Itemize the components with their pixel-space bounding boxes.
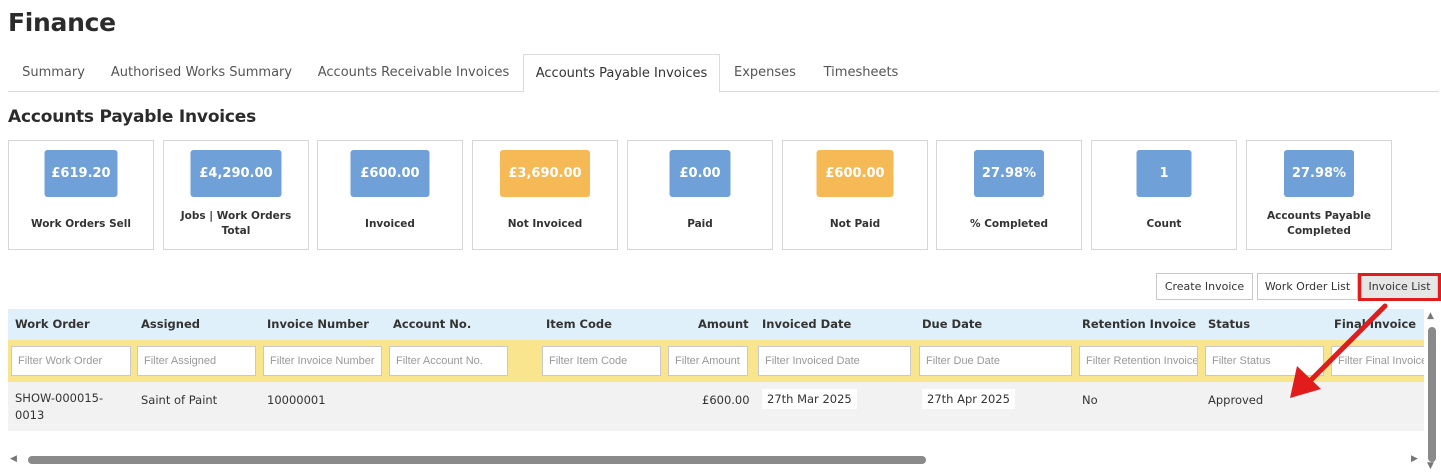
card-value: £0.00 xyxy=(669,150,731,197)
card-jobs-work-orders-total: £4,290.00 Jobs | Work Orders Total xyxy=(163,140,309,250)
tab-authorised-works-summary[interactable]: Authorised Works Summary xyxy=(99,54,304,92)
tab-summary[interactable]: Summary xyxy=(8,54,99,92)
filter-invoice-number-input[interactable] xyxy=(263,346,382,376)
horizontal-scrollbar[interactable]: ◀ ▶ xyxy=(8,453,1424,467)
card-value: £3,690.00 xyxy=(500,150,590,197)
grid-header-row: Work Order Assigned Invoice Number Accou… xyxy=(8,309,1424,340)
column-header-amount[interactable]: Amount xyxy=(698,317,749,331)
card-percent-completed: 27.98% % Completed xyxy=(936,140,1082,250)
filter-item-code-input[interactable] xyxy=(542,346,661,376)
card-label: Not Invoiced xyxy=(507,217,583,230)
column-header-invoiced-date[interactable]: Invoiced Date xyxy=(762,317,851,331)
filter-status-input[interactable] xyxy=(1205,346,1324,376)
vertical-scrollbar[interactable]: ▲ ▼ xyxy=(1425,309,1439,473)
horizontal-scroll-thumb[interactable] xyxy=(28,456,926,464)
cell-invoice-number: 10000001 xyxy=(267,393,326,407)
table-row[interactable]: SHOW-000015- 0013 Saint of Paint 1000000… xyxy=(8,382,1424,431)
scroll-left-icon[interactable]: ◀ xyxy=(10,454,17,464)
card-work-orders-sell: £619.20 Work Orders Sell xyxy=(8,140,154,250)
filter-due-date-input[interactable] xyxy=(919,346,1072,376)
cell-status: Approved xyxy=(1208,393,1264,407)
cell-invoiced-date: 27th Mar 2025 xyxy=(762,389,857,409)
filter-final-invoice-input[interactable] xyxy=(1331,346,1424,376)
column-header-assigned[interactable]: Assigned xyxy=(141,317,200,331)
filter-retention-invoice-input[interactable] xyxy=(1079,346,1198,376)
cell-amount: £600.00 xyxy=(702,393,750,407)
filter-work-order-input[interactable] xyxy=(11,346,131,376)
grid-filter-row xyxy=(8,340,1424,382)
card-label: Accounts Payable Completed xyxy=(1266,210,1371,237)
invoice-list-highlight xyxy=(1358,273,1441,301)
card-label: % Completed xyxy=(970,217,1048,230)
section-title: Accounts Payable Invoices xyxy=(8,107,257,127)
card-label: Jobs | Work Orders Total xyxy=(180,210,292,237)
cell-work-order[interactable]: SHOW-000015- 0013 xyxy=(15,390,103,424)
scroll-right-icon[interactable]: ▶ xyxy=(1411,454,1418,464)
column-header-work-order[interactable]: Work Order xyxy=(15,317,90,331)
card-label: Invoiced xyxy=(365,217,415,230)
filter-account-no-input[interactable] xyxy=(389,346,508,376)
card-value: 1 xyxy=(1136,150,1192,197)
cell-assigned: Saint of Paint xyxy=(141,393,218,407)
card-label: Work Orders Sell xyxy=(31,217,131,230)
column-header-final-invoice[interactable]: Final Invoice xyxy=(1334,317,1416,331)
invoices-grid: Work Order Assigned Invoice Number Accou… xyxy=(8,309,1424,452)
scroll-up-icon[interactable]: ▲ xyxy=(1427,311,1434,321)
card-value: £619.20 xyxy=(44,150,118,197)
column-header-account-no[interactable]: Account No. xyxy=(393,317,471,331)
tab-accounts-payable-invoices[interactable]: Accounts Payable Invoices xyxy=(523,54,720,93)
card-value: £4,290.00 xyxy=(190,150,282,197)
tab-accounts-receivable-invoices[interactable]: Accounts Receivable Invoices xyxy=(304,54,523,92)
card-accounts-payable-completed: 27.98% Accounts Payable Completed xyxy=(1246,140,1392,250)
card-label: Paid xyxy=(687,217,713,230)
column-header-invoice-number[interactable]: Invoice Number xyxy=(267,317,369,331)
card-paid: £0.00 Paid xyxy=(627,140,773,250)
card-invoiced: £600.00 Invoiced xyxy=(317,140,463,250)
card-count: 1 Count xyxy=(1091,140,1237,250)
create-invoice-button[interactable]: Create Invoice xyxy=(1156,273,1253,300)
cell-due-date: 27th Apr 2025 xyxy=(922,389,1015,409)
card-label: Not Paid xyxy=(829,217,881,230)
card-label: Count xyxy=(1146,217,1182,230)
page-title: Finance xyxy=(8,8,116,37)
column-header-status[interactable]: Status xyxy=(1208,317,1250,331)
vertical-scroll-thumb[interactable] xyxy=(1428,327,1436,462)
tab-timesheets[interactable]: Timesheets xyxy=(810,54,912,92)
card-not-invoiced: £3,690.00 Not Invoiced xyxy=(472,140,618,250)
card-value: £600.00 xyxy=(816,150,894,197)
card-not-paid: £600.00 Not Paid xyxy=(782,140,928,250)
column-header-item-code[interactable]: Item Code xyxy=(546,317,612,331)
column-header-retention-invoice[interactable]: Retention Invoice xyxy=(1082,317,1196,331)
scroll-down-icon[interactable]: ▼ xyxy=(1427,461,1434,471)
filter-invoiced-date-input[interactable] xyxy=(758,346,911,376)
column-header-due-date[interactable]: Due Date xyxy=(922,317,982,331)
cell-retention-invoice: No xyxy=(1082,393,1098,407)
card-value: 27.98% xyxy=(974,150,1044,197)
card-value: £600.00 xyxy=(350,150,430,197)
finance-tabs: Summary Authorised Works Summary Account… xyxy=(8,54,1439,93)
card-value: 27.98% xyxy=(1284,150,1354,197)
work-order-list-button[interactable]: Work Order List xyxy=(1257,273,1358,300)
filter-assigned-input[interactable] xyxy=(137,346,256,376)
tab-expenses[interactable]: Expenses xyxy=(720,54,810,92)
filter-amount-input[interactable] xyxy=(668,346,748,376)
